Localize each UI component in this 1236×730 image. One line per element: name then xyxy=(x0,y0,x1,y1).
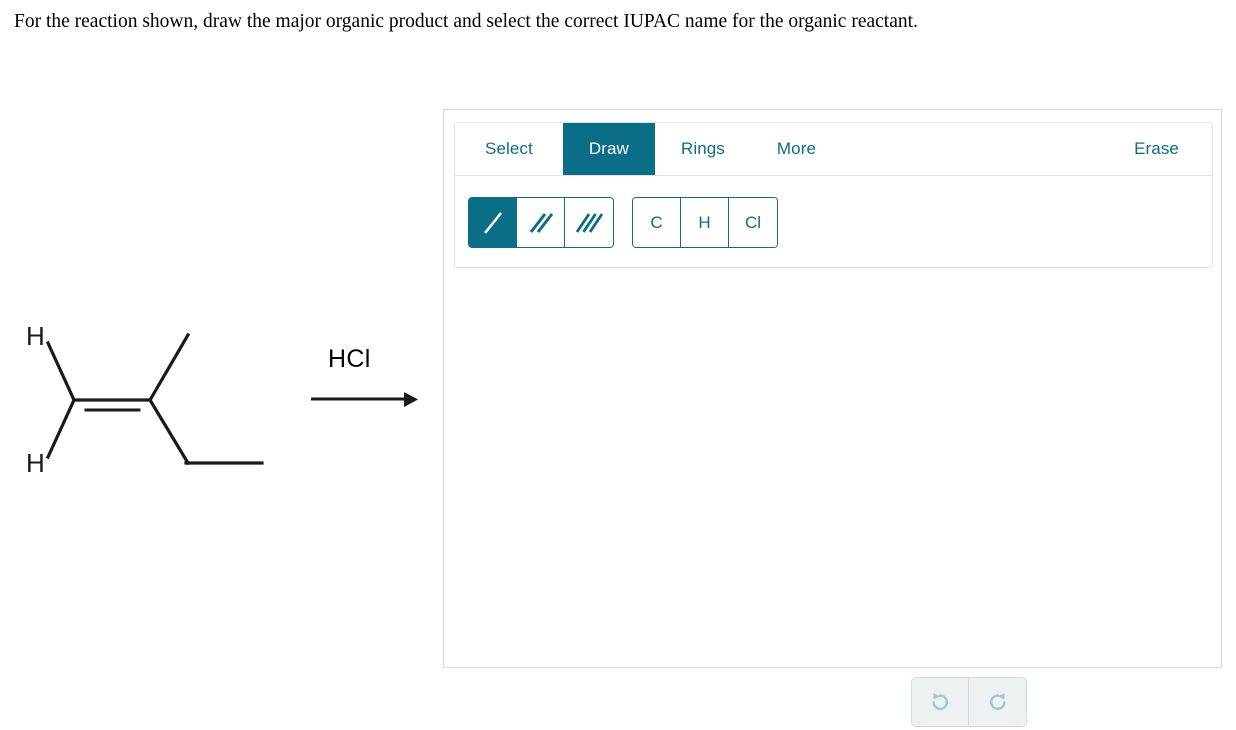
undo-button[interactable] xyxy=(912,678,969,726)
page-title: For the reaction shown, draw the major o… xyxy=(14,11,918,32)
tab-select[interactable]: Select xyxy=(455,123,563,175)
reaction-scheme: H H xyxy=(0,300,440,500)
erase-button-label: Erase xyxy=(1134,139,1179,158)
double-bond-tool[interactable] xyxy=(517,198,565,247)
atom-tool-c[interactable]: C xyxy=(633,198,681,247)
atom-label-h-top: H xyxy=(26,321,45,351)
history-button-group xyxy=(911,677,1027,727)
molecule-editor-panel: Select Draw Rings More Erase C H Cl xyxy=(443,109,1222,727)
tab-rings-label: Rings xyxy=(680,139,725,158)
reagent-label: HCl xyxy=(328,345,371,373)
atom-tool-cl[interactable]: Cl xyxy=(729,198,777,247)
tab-draw[interactable]: Draw xyxy=(562,123,655,175)
editor-tools-row: C H Cl xyxy=(455,176,1212,269)
bond-h-bottom xyxy=(45,397,77,460)
bond-c2-c3 xyxy=(147,397,191,466)
atom-label-h-bottom: H xyxy=(26,448,45,478)
atom-tool-h[interactable]: H xyxy=(681,198,729,247)
tab-draw-label: Draw xyxy=(588,139,629,158)
erase-button[interactable]: Erase xyxy=(1108,123,1212,175)
single-bond-tool[interactable] xyxy=(469,198,517,247)
bond-methyl xyxy=(147,332,191,403)
bond-tool-group xyxy=(468,197,614,248)
reaction-arrow-icon xyxy=(311,392,418,407)
editor-toolbar: Select Draw Rings More Erase C H Cl xyxy=(454,122,1213,268)
atom-tool-cl-label: Cl xyxy=(744,212,762,232)
tab-rings[interactable]: Rings xyxy=(655,123,751,175)
tab-select-label: Select xyxy=(485,139,533,158)
tab-more-label: More xyxy=(776,139,817,158)
atom-tool-group: C H Cl xyxy=(632,197,778,248)
editor-tab-row: Select Draw Rings More Erase xyxy=(455,123,1212,176)
bond-h-top xyxy=(45,340,77,403)
triple-bond-tool[interactable] xyxy=(565,198,613,247)
redo-button[interactable] xyxy=(969,678,1026,726)
redo-icon xyxy=(989,693,1006,710)
tab-more[interactable]: More xyxy=(751,123,842,175)
drawing-canvas[interactable] xyxy=(454,270,1213,656)
atom-tool-c-label: C xyxy=(650,212,663,232)
undo-icon xyxy=(932,693,948,710)
atom-tool-h-label: H xyxy=(698,212,711,232)
